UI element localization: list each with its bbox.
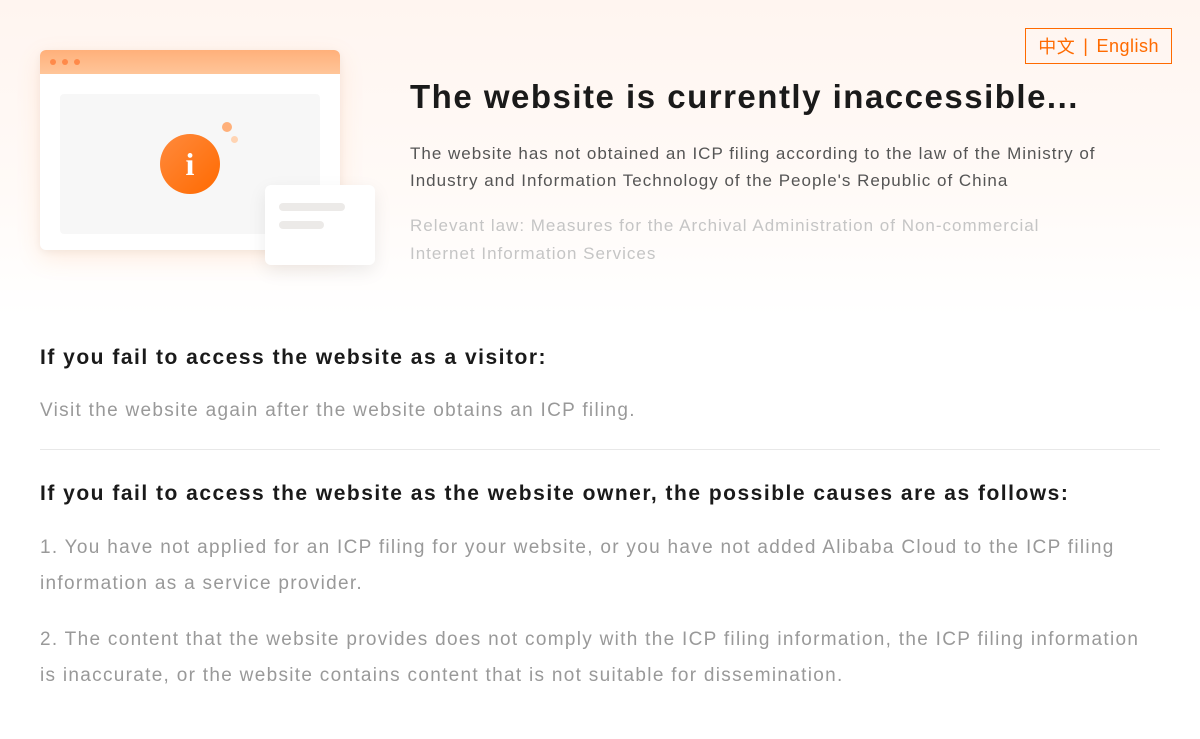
owner-cause-2: 2. The content that the website provides…: [40, 622, 1160, 694]
language-switcher[interactable]: 中文 | English: [1025, 28, 1172, 64]
hero-law-reference: Relevant law: Measures for the Archival …: [410, 212, 1110, 266]
browser-titlebar: [40, 50, 340, 74]
owner-heading: If you fail to access the website as the…: [40, 478, 1160, 510]
illustration: i: [40, 50, 370, 260]
page-title: The website is currently inaccessible...: [410, 78, 1110, 116]
section-divider: [40, 449, 1160, 450]
visitor-heading: If you fail to access the website as a v…: [40, 342, 1160, 374]
lang-chinese[interactable]: 中文: [1038, 33, 1075, 59]
hero-text-block: The website is currently inaccessible...…: [370, 30, 1110, 267]
small-card-graphic: [265, 185, 375, 265]
info-icon: i: [160, 134, 220, 194]
lang-english[interactable]: English: [1096, 36, 1159, 57]
hero-section: 中文 | English i The website is currently …: [0, 0, 1200, 317]
lang-separator: |: [1083, 36, 1088, 57]
hero-description: The website has not obtained an ICP fili…: [410, 140, 1110, 194]
owner-cause-1: 1. You have not applied for an ICP filin…: [40, 530, 1160, 602]
visitor-body: Visit the website again after the websit…: [40, 393, 1160, 429]
content-section: If you fail to access the website as a v…: [0, 317, 1200, 739]
